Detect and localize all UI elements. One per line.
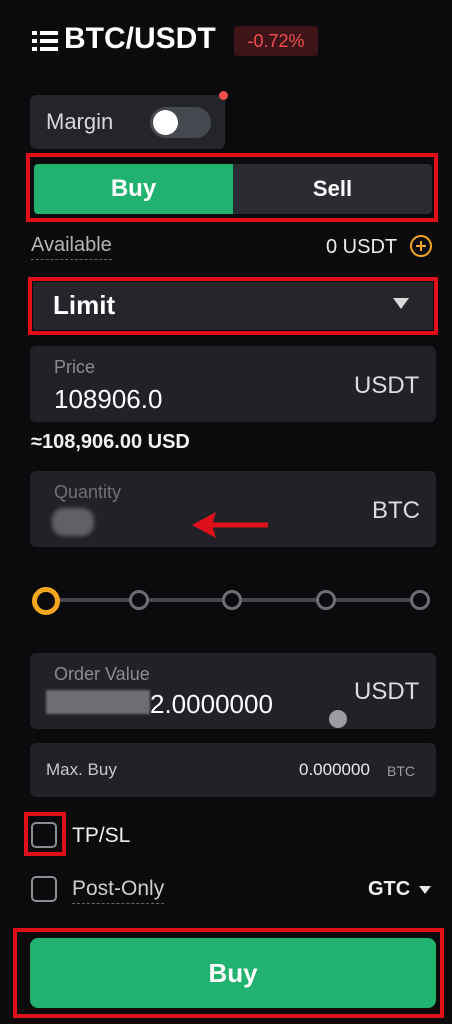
order-value-unit: USDT: [354, 678, 420, 705]
quantity-placeholder: Quantity: [54, 482, 122, 502]
tab-buy[interactable]: Buy: [34, 164, 233, 214]
slider-node-50[interactable]: [222, 590, 242, 610]
add-funds-icon[interactable]: [409, 234, 433, 258]
notification-dot: [219, 91, 228, 100]
tpsl-checkbox[interactable]: [31, 822, 57, 848]
slider-node-75[interactable]: [316, 590, 336, 610]
post-only-label[interactable]: Post-Only: [72, 877, 165, 904]
available-label[interactable]: Available: [31, 234, 112, 260]
price-unit: USDT: [354, 372, 420, 399]
price-label: Price: [54, 357, 96, 377]
buy-submit-button[interactable]: Buy: [30, 938, 436, 1008]
menu-list-icon[interactable]: [32, 30, 58, 52]
price-change-badge: -0.72%: [234, 26, 318, 56]
slider-node-0[interactable]: [32, 587, 60, 615]
caret-down-icon: [419, 886, 431, 894]
margin-toggle-knob: [153, 110, 178, 135]
redacted-quantity: [52, 508, 94, 536]
caret-down-icon: [393, 298, 409, 309]
redacted-order-value: [46, 690, 150, 714]
annotation-arrow-icon: [192, 512, 268, 538]
tpsl-label[interactable]: TP/SL: [72, 824, 130, 848]
order-value-label: Order Value: [54, 664, 150, 684]
time-in-force-dropdown[interactable]: GTC: [368, 878, 410, 901]
slider-node-25[interactable]: [129, 590, 149, 610]
price-usd-equivalent: ≈108,906.00 USD: [31, 431, 190, 453]
slider-node-100[interactable]: [410, 590, 430, 610]
tab-sell[interactable]: Sell: [233, 164, 432, 214]
available-balance: 0 USDT: [326, 236, 398, 258]
scroll-handle[interactable]: [329, 710, 347, 728]
post-only-checkbox[interactable]: [31, 876, 57, 902]
quantity-unit: BTC: [372, 497, 420, 524]
margin-label: Margin: [46, 109, 114, 134]
trading-pair-title[interactable]: BTC/USDT: [64, 22, 216, 56]
order-type-selected: Limit: [53, 290, 116, 320]
max-buy-unit: BTC: [387, 763, 415, 779]
max-buy-label: Max. Buy: [46, 760, 117, 779]
price-value[interactable]: 108906.0: [54, 384, 162, 415]
order-value[interactable]: 2.0000000: [150, 689, 273, 720]
max-buy-value: 0.000000: [299, 760, 370, 779]
